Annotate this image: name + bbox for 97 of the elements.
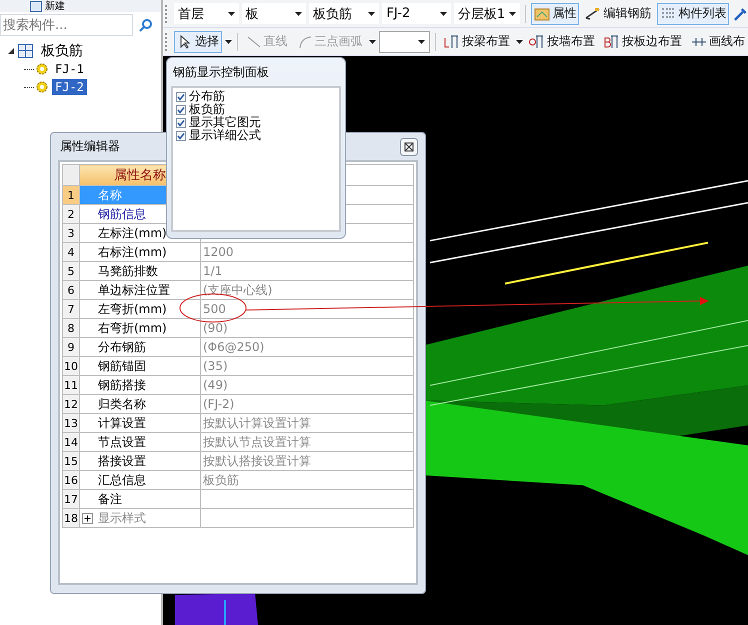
property-name: 钢筋搭接 bbox=[98, 378, 146, 392]
row-number: 18 bbox=[62, 508, 80, 528]
row-number: 11 bbox=[62, 376, 80, 394]
checkbox[interactable] bbox=[176, 92, 186, 102]
row-number: 9 bbox=[62, 338, 80, 356]
property-name: 节点设置 bbox=[98, 434, 146, 448]
property-name: 左弯折(mm) bbox=[98, 302, 167, 316]
property-value[interactable]: 1200 bbox=[203, 245, 234, 259]
property-name: 右弯折(mm) bbox=[98, 320, 167, 334]
dropdown-arrow-icon[interactable] bbox=[516, 40, 523, 44]
property-name: 钢筋锚固 bbox=[98, 358, 146, 372]
caret-icon[interactable] bbox=[368, 12, 376, 16]
property-value[interactable]: (35) bbox=[203, 359, 228, 373]
dropdown[interactable]: 板负筋 bbox=[309, 3, 380, 24]
property-value[interactable]: (90) bbox=[203, 321, 228, 335]
caret-icon[interactable] bbox=[418, 40, 426, 44]
checkbox[interactable] bbox=[176, 118, 186, 128]
window-title: 钢筋显示控制面板 bbox=[172, 64, 270, 81]
dropper-icon[interactable] bbox=[732, 6, 748, 22]
tree-item[interactable]: FJ-1 bbox=[52, 61, 87, 77]
row-number: 17 bbox=[62, 490, 80, 508]
property-name: 计算设置 bbox=[98, 416, 146, 430]
dropdown[interactable]: 分层板1 bbox=[454, 3, 520, 24]
toolbar-button[interactable]: 构件列表 bbox=[657, 2, 730, 24]
property-name: 汇总信息 bbox=[98, 472, 146, 486]
option-label: 板负筋 bbox=[189, 103, 225, 116]
line-icon bbox=[246, 34, 262, 50]
search-icon[interactable] bbox=[139, 18, 153, 32]
row-number: 6 bbox=[62, 280, 80, 300]
caret-icon[interactable] bbox=[509, 12, 516, 16]
property-name: 右标注(mm) bbox=[98, 244, 167, 258]
checkbox[interactable] bbox=[176, 104, 186, 114]
expand-icon[interactable] bbox=[82, 512, 93, 524]
property-name: 显示样式 bbox=[98, 510, 146, 524]
new-button[interactable]: 新建 bbox=[45, 0, 65, 12]
row-number: 1 bbox=[62, 186, 80, 204]
window-title: 属性编辑器 bbox=[60, 138, 120, 155]
wall-layout-icon bbox=[529, 34, 545, 50]
gear-icon bbox=[36, 81, 48, 93]
option-label: 显示其它图元 bbox=[189, 116, 261, 129]
toolbar-button[interactable]: 选择 bbox=[174, 30, 222, 52]
dropdown-field[interactable] bbox=[378, 30, 430, 52]
caret-icon[interactable] bbox=[295, 12, 302, 16]
property-name: 备注 bbox=[98, 492, 122, 506]
toolbar-button[interactable]: 属性 bbox=[531, 2, 580, 24]
caret-icon[interactable] bbox=[440, 12, 447, 16]
row-number: 13 bbox=[62, 414, 80, 432]
property-name: 名称 bbox=[98, 188, 122, 202]
row-number: 4 bbox=[62, 242, 80, 262]
dropdown[interactable]: 首层 bbox=[174, 3, 238, 24]
property-value[interactable]: (49) bbox=[203, 378, 228, 392]
option-label: 显示详细公式 bbox=[189, 129, 261, 142]
row-number: 8 bbox=[62, 318, 80, 338]
dropdown[interactable]: FJ-2 bbox=[382, 3, 451, 24]
dropdown-arrow-icon[interactable] bbox=[224, 40, 232, 44]
pen-icon bbox=[585, 6, 602, 22]
property-value[interactable]: (FJ-2) bbox=[203, 397, 234, 411]
search-field[interactable]: 搜索构件... bbox=[0, 14, 133, 36]
row-number: 10 bbox=[62, 356, 80, 376]
toolbar-button[interactable]: 按梁布置 bbox=[441, 30, 513, 52]
new-icon[interactable] bbox=[30, 0, 42, 12]
gear-icon bbox=[36, 63, 48, 75]
row-number: 3 bbox=[62, 224, 80, 242]
property-name: 马凳筋排数 bbox=[98, 264, 158, 278]
slab-layout-icon bbox=[604, 34, 620, 50]
row-number: 5 bbox=[62, 262, 80, 280]
row-number: 14 bbox=[62, 432, 80, 452]
row-number: 16 bbox=[62, 470, 80, 490]
tree-item[interactable]: FJ-2 bbox=[52, 79, 87, 95]
option-label: 分布筋 bbox=[189, 90, 225, 103]
row-number: 15 bbox=[62, 452, 80, 470]
row-number: 2 bbox=[62, 204, 80, 224]
property-value[interactable]: 500 bbox=[203, 302, 226, 316]
arc-icon bbox=[296, 34, 313, 50]
property-name: 钢筋信息 bbox=[98, 206, 146, 220]
property-name: 左标注(mm) bbox=[98, 226, 167, 240]
caret-icon[interactable] bbox=[228, 12, 234, 16]
property-name: 分布钢筋 bbox=[98, 340, 146, 354]
toolbar-button[interactable]: 按板边布置 bbox=[601, 30, 685, 52]
property-name: 归类名称 bbox=[98, 396, 146, 410]
close-button[interactable] bbox=[400, 138, 418, 156]
property-name: 单边标注位置 bbox=[98, 282, 170, 296]
collapse-icon[interactable] bbox=[8, 48, 14, 54]
property-value[interactable]: 1/1 bbox=[203, 264, 222, 278]
dropdown[interactable]: 板 bbox=[242, 3, 306, 24]
grid-icon bbox=[18, 44, 33, 58]
toolbar-button[interactable]: 画线布 bbox=[688, 30, 748, 52]
row-number: 7 bbox=[62, 300, 80, 318]
row-number: 12 bbox=[62, 394, 80, 414]
toolbar-button[interactable]: 按墙布置 bbox=[526, 30, 598, 52]
beam-layout-icon bbox=[444, 34, 460, 50]
tree-item[interactable]: 板负筋 bbox=[38, 41, 86, 61]
property-value[interactable]: 板负筋 bbox=[203, 472, 239, 486]
property-name: 搭接设置 bbox=[98, 454, 146, 468]
checkbox[interactable] bbox=[176, 130, 186, 140]
toolbar-button[interactable]: 编辑钢筋 bbox=[582, 2, 654, 24]
property-icon bbox=[534, 6, 550, 22]
